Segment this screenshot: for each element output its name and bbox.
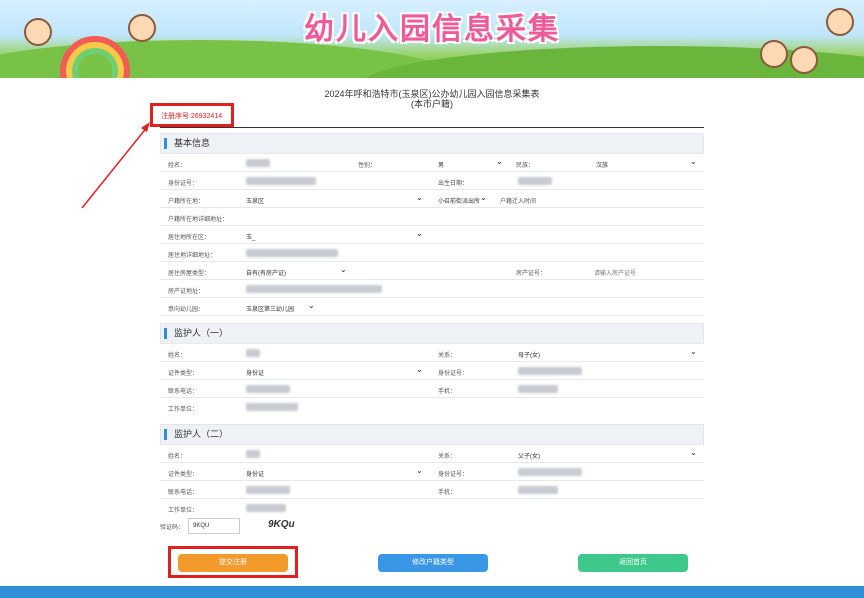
guardian2-relation-select[interactable]: 父子(女) xyxy=(518,451,540,460)
guardian2-row-3: 联系电话： 手机： xyxy=(160,480,704,498)
birth-label: 出生日期： xyxy=(438,181,469,187)
ethnic-label: 民族： xyxy=(516,163,535,169)
hukou-time-label: 户籍迁入时间 xyxy=(500,199,537,205)
guardian2-name-input[interactable] xyxy=(246,450,260,458)
residence-address-label: 居住地详细地址： xyxy=(168,253,217,259)
guardian2-title: 监护人（二） xyxy=(164,429,228,440)
guardian2-id-label: 身份证号： xyxy=(438,472,469,478)
birth-input[interactable] xyxy=(518,177,552,185)
kindergarten-label: 意向幼儿园： xyxy=(168,307,205,313)
captcha-input[interactable]: 9KQU xyxy=(188,518,240,534)
guardian2-work-input[interactable] xyxy=(246,504,286,512)
basic-row-9: 意向幼儿园： 玉泉区第三幼儿园 ⌄ xyxy=(160,297,704,315)
basic-row-7: 居住房屋类型： 自有(有房产证) ⌄ 房产证号： 请输入房产证号 xyxy=(160,261,704,279)
hukou-address-label: 户籍所在地详细地址： xyxy=(168,217,229,223)
chevron-down-icon[interactable]: ⌄ xyxy=(340,265,347,274)
gender-select[interactable]: 男 xyxy=(438,160,444,169)
chevron-down-icon[interactable]: ⌄ xyxy=(308,301,315,310)
guardian2-phone-input[interactable] xyxy=(246,486,290,494)
guardian1-work-input[interactable] xyxy=(246,403,298,411)
chevron-down-icon[interactable]: ⌄ xyxy=(690,157,697,166)
chevron-down-icon[interactable]: ⌄ xyxy=(480,193,487,202)
guardian1-relation-label: 关系： xyxy=(438,353,457,359)
guardian2-row-1: 姓名： 关系： 父子(女) ⌄ xyxy=(160,444,704,462)
basic-row-6: 居住地详细地址： xyxy=(160,243,704,261)
housing-type-label: 居住房屋类型： xyxy=(168,271,211,277)
residence-district-select[interactable]: 玉_ xyxy=(246,232,255,241)
gender-label: 性别： xyxy=(358,163,377,169)
chevron-down-icon[interactable]: ⌄ xyxy=(416,466,423,475)
guardian1-row-1: 姓名： 关系： 母子(女) ⌄ xyxy=(160,343,704,361)
guardian1-mobile-label: 手机： xyxy=(438,389,457,395)
basic-row-3: 户籍所在地： 玉泉区 ⌄ 小召前街派出所 ⌄ 户籍迁入时间 xyxy=(160,189,704,207)
police-station-select[interactable]: 小召前街派出所 xyxy=(438,196,480,205)
guardian2-mobile-label: 手机： xyxy=(438,490,457,496)
guardian2-relation-label: 关系： xyxy=(438,454,457,460)
registration-number-box: 注册序号:26932414 xyxy=(150,103,234,127)
ethnic-select[interactable]: 汉族 xyxy=(596,160,608,169)
captcha-image[interactable]: 9KQu xyxy=(268,519,295,530)
guardian1-idtype-select[interactable]: 身份证 xyxy=(246,368,264,377)
guardian2-id-input[interactable] xyxy=(518,468,582,476)
guardian1-phone-label: 联系电话： xyxy=(168,389,199,395)
basic-row-8: 房产证地址： xyxy=(160,279,704,297)
property-cert-input[interactable]: 请输入房产证号 xyxy=(594,268,636,277)
guardian1-relation-select[interactable]: 母子(女) xyxy=(518,350,540,359)
guardian1-work-label: 工作单位： xyxy=(168,407,199,413)
guardian2-mobile-input[interactable] xyxy=(518,486,558,494)
basic-row-1: 姓名： 性别： 男 ⌄ 民族： 汉族 ⌄ xyxy=(160,153,704,171)
guardian2-idtype-label: 证件类型： xyxy=(168,472,199,478)
id-input[interactable] xyxy=(246,177,316,185)
registration-number: 注册序号:26932414 xyxy=(161,113,223,120)
chevron-down-icon[interactable]: ⌄ xyxy=(416,229,423,238)
chevron-down-icon[interactable]: ⌄ xyxy=(416,193,423,202)
residence-district-label: 居住地所在区： xyxy=(168,235,211,241)
cert-address-label: 房产证地址： xyxy=(168,289,205,295)
captcha-label: 验证码： xyxy=(160,525,185,531)
guardian2-work-label: 工作单位： xyxy=(168,508,199,514)
chevron-down-icon[interactable]: ⌄ xyxy=(690,347,697,356)
submit-button[interactable]: 提交注册 xyxy=(178,554,288,572)
guardian2-row-4: 工作单位： xyxy=(160,498,704,516)
guardian2-phone-label: 联系电话： xyxy=(168,490,199,496)
name-input[interactable] xyxy=(246,159,270,167)
id-label: 身份证号： xyxy=(168,181,199,187)
guardian1-phone-input[interactable] xyxy=(246,385,290,393)
change-hukou-type-button[interactable]: 修改户籍类型 xyxy=(378,554,488,572)
chevron-down-icon[interactable]: ⌄ xyxy=(496,157,503,166)
guardian1-id-input[interactable] xyxy=(518,367,582,375)
guardian1-id-label: 身份证号： xyxy=(438,371,469,377)
name-label: 姓名： xyxy=(168,163,187,169)
guardian1-row-3: 联系电话： 手机： xyxy=(160,379,704,397)
property-cert-label: 房产证号： xyxy=(516,271,547,277)
guardian1-title: 监护人（一） xyxy=(164,328,228,339)
cert-address-input[interactable] xyxy=(246,285,382,293)
guardian1-row-4: 工作单位： xyxy=(160,397,704,415)
return-home-button[interactable]: 返回首页 xyxy=(578,554,688,572)
guardian1-row-2: 证件类型： 身份证 ⌄ 身份证号： xyxy=(160,361,704,379)
housing-type-select[interactable]: 自有(有房产证) xyxy=(246,268,286,277)
chevron-down-icon[interactable]: ⌄ xyxy=(690,448,697,457)
guardian2-row-2: 证件类型： 身份证 ⌄ 身份证号： xyxy=(160,462,704,480)
kindergarten-select[interactable]: 玉泉区第三幼儿园 xyxy=(246,304,294,313)
basic-row-2: 身份证号： 出生日期： xyxy=(160,171,704,189)
residence-address-input[interactable] xyxy=(246,249,338,257)
footer-bar xyxy=(0,586,864,598)
hukou-location-select[interactable]: 玉泉区 xyxy=(246,196,264,205)
guardian1-idtype-label: 证件类型： xyxy=(168,371,199,377)
hukou-location-label: 户籍所在地： xyxy=(168,199,205,205)
guardian2-name-label: 姓名： xyxy=(168,454,187,460)
guardian1-name-label: 姓名： xyxy=(168,353,187,359)
basic-row-5: 居住地所在区： 玉_ ⌄ xyxy=(160,225,704,243)
guardian1-mobile-input[interactable] xyxy=(518,385,558,393)
basic-info-title: 基本信息 xyxy=(164,138,210,149)
basic-row-4: 户籍所在地详细地址： xyxy=(160,207,704,225)
guardian1-name-input[interactable] xyxy=(246,349,260,357)
chevron-down-icon[interactable]: ⌄ xyxy=(416,365,423,374)
guardian2-idtype-select[interactable]: 身份证 xyxy=(246,469,264,478)
